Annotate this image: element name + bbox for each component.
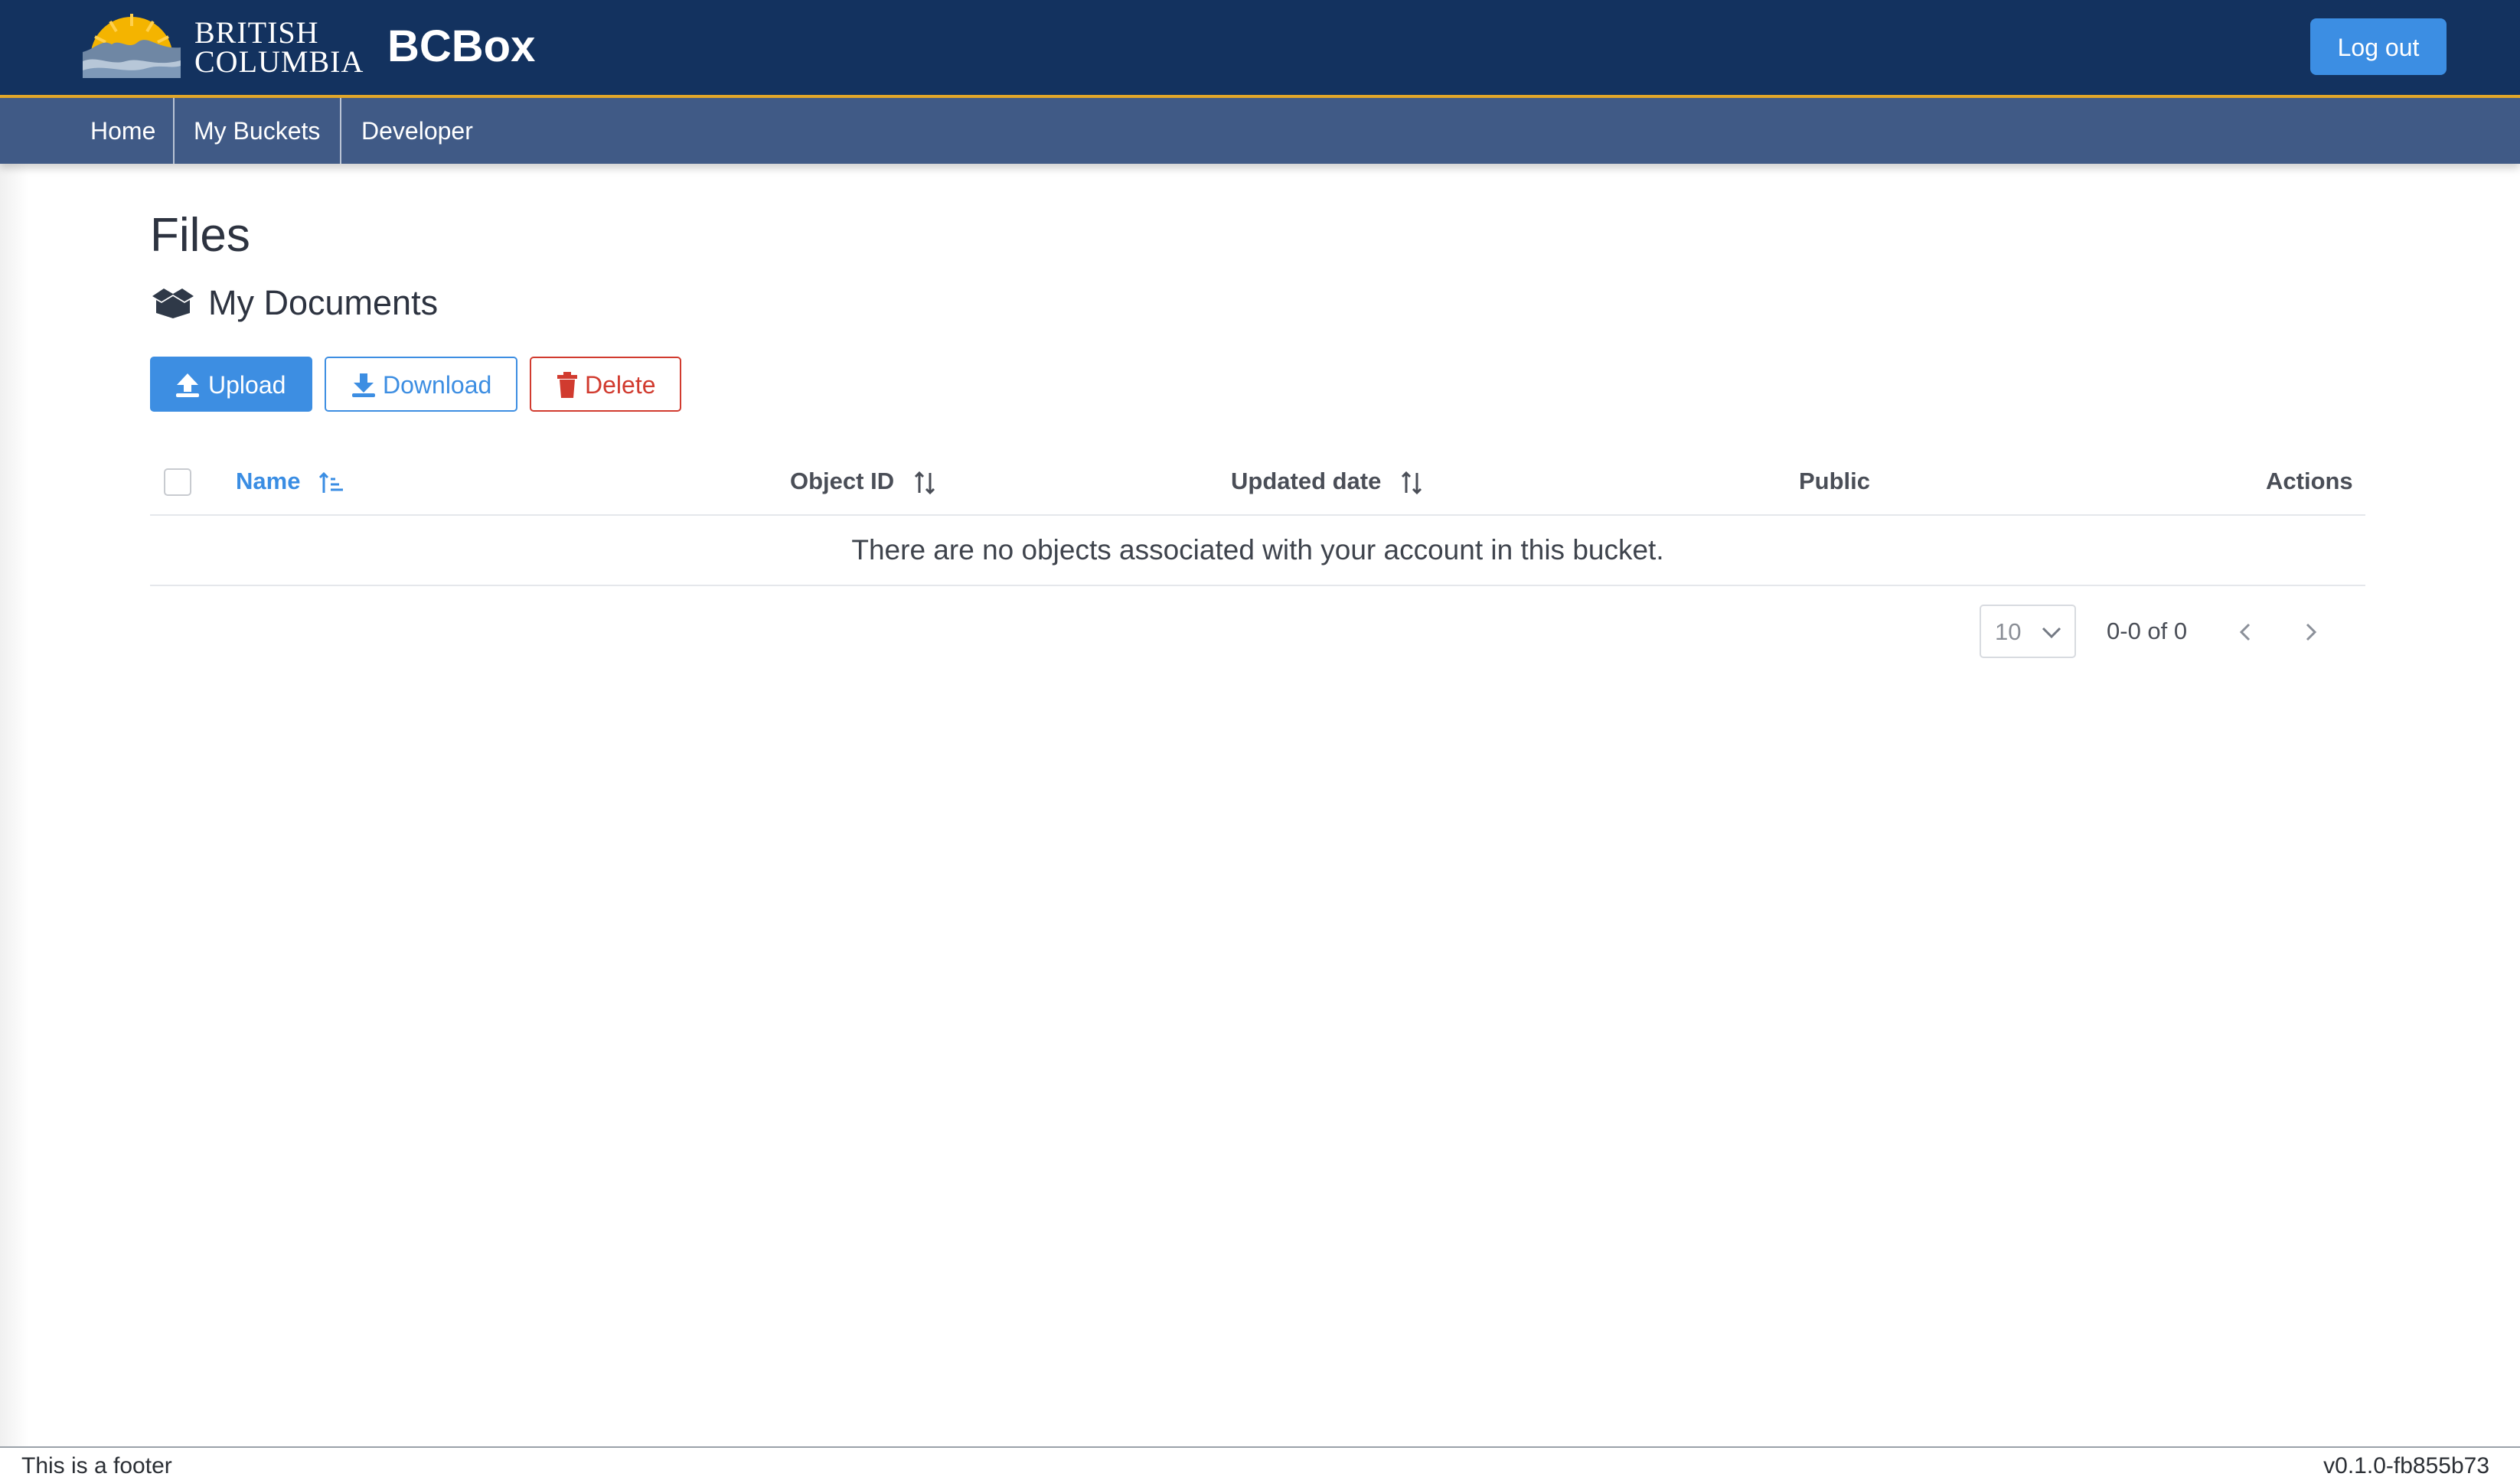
select-all-checkbox[interactable] xyxy=(164,468,191,496)
page-title: Files xyxy=(150,209,250,262)
nav-separator xyxy=(173,98,175,164)
empty-table-message: There are no objects associated with you… xyxy=(150,516,2365,586)
sort-ascending-icon xyxy=(319,471,344,493)
footer: This is a footer v0.1.0-fb855b73 xyxy=(0,1446,2520,1478)
column-header-public: Public xyxy=(1799,468,1871,494)
app-header: BRITISH COLUMBIA BCBox Log out xyxy=(0,0,2520,98)
files-table-header: Name Object ID Updated date Public Actio… xyxy=(150,451,2365,516)
column-header-updated-date[interactable]: Updated date xyxy=(1231,465,1425,497)
bc-logo-text: BRITISH COLUMBIA xyxy=(194,18,364,77)
delete-label: Delete xyxy=(585,371,656,399)
rows-per-page-select[interactable]: 10 xyxy=(1980,605,2076,658)
bc-sunset-logo-icon xyxy=(83,14,181,78)
nav-item-home[interactable]: Home xyxy=(90,98,155,164)
upload-label: Upload xyxy=(208,371,286,399)
sort-icon xyxy=(1401,471,1422,494)
sort-icon xyxy=(914,471,935,494)
previous-page-button[interactable] xyxy=(2231,617,2261,647)
footer-text: This is a footer xyxy=(21,1453,172,1478)
column-header-name[interactable]: Name xyxy=(236,465,344,497)
bc-logo[interactable]: BRITISH COLUMBIA xyxy=(83,8,363,78)
chevron-left-icon xyxy=(2239,623,2251,641)
upload-icon xyxy=(176,373,199,397)
column-name-label: Name xyxy=(236,468,301,494)
upload-button[interactable]: Upload xyxy=(150,357,312,412)
app-title: BCBox xyxy=(387,21,536,71)
trash-icon xyxy=(557,372,577,398)
bucket-name: My Documents xyxy=(208,283,439,322)
column-header-object-id[interactable]: Object ID xyxy=(790,465,938,497)
box-open-icon xyxy=(152,289,194,318)
logo-line-columbia: COLUMBIA xyxy=(194,44,364,79)
next-page-button[interactable] xyxy=(2295,617,2326,647)
column-object-id-label: Object ID xyxy=(790,468,895,494)
chevron-right-icon xyxy=(2306,623,2317,641)
left-shadow-decoration xyxy=(0,164,29,1446)
download-icon xyxy=(352,373,375,397)
column-header-actions: Actions xyxy=(2266,468,2353,494)
rows-per-page-value: 10 xyxy=(1995,618,2022,645)
logout-button[interactable]: Log out xyxy=(2310,18,2447,75)
download-label: Download xyxy=(383,371,492,399)
main-nav: Home My Buckets Developer xyxy=(0,98,2520,164)
pagination-range: 0-0 of 0 xyxy=(2107,618,2188,644)
column-updated-date-label: Updated date xyxy=(1231,468,1382,494)
logo-line-british: BRITISH xyxy=(194,15,319,50)
delete-button[interactable]: Delete xyxy=(530,357,681,412)
version-label: v0.1.0-fb855b73 xyxy=(2323,1453,2489,1478)
nav-item-my-buckets[interactable]: My Buckets xyxy=(194,98,320,164)
chevron-down-icon xyxy=(2042,627,2061,639)
nav-separator xyxy=(340,98,341,164)
nav-item-developer[interactable]: Developer xyxy=(361,98,473,164)
download-button[interactable]: Download xyxy=(325,357,517,412)
